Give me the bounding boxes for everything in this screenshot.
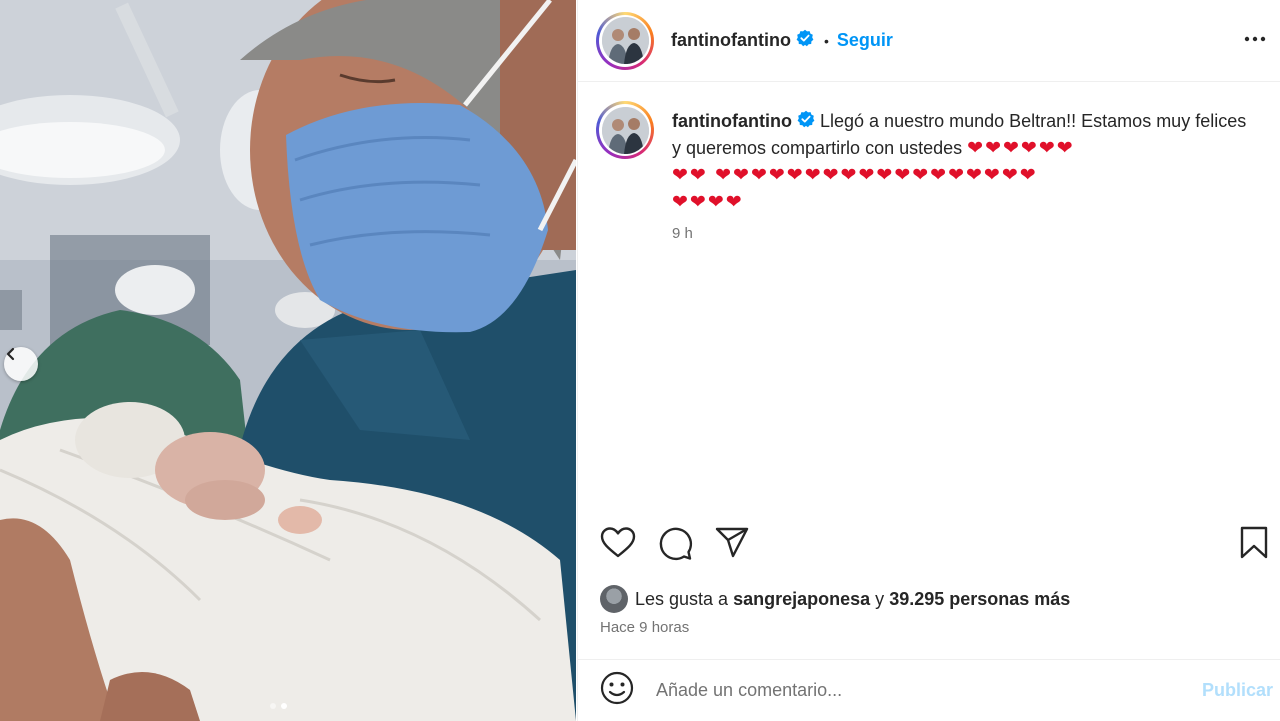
likes-prefix: Les gusta a bbox=[635, 588, 729, 609]
emoji-icon bbox=[600, 671, 634, 705]
save-button[interactable] bbox=[1239, 525, 1269, 566]
comment-icon bbox=[659, 527, 693, 561]
post-caption: fantinofantino Llegó a nuestro mundo Bel… bbox=[596, 101, 1266, 247]
like-button[interactable] bbox=[600, 525, 636, 566]
avatar-photo bbox=[601, 106, 649, 154]
caption-hearts: ❤❤❤❤ bbox=[672, 192, 744, 214]
caption-author-avatar[interactable] bbox=[596, 101, 654, 159]
post-media[interactable] bbox=[0, 0, 576, 721]
comment-bar: Publicar bbox=[578, 659, 1280, 721]
likes-summary: Les gusta a sangrejaponesa y 39.295 pers… bbox=[600, 585, 1070, 613]
previous-slide-button[interactable] bbox=[4, 347, 38, 381]
more-options-button[interactable] bbox=[1243, 27, 1267, 56]
more-icon bbox=[1244, 36, 1266, 42]
liker-avatar[interactable] bbox=[600, 585, 628, 613]
carousel-indicator bbox=[270, 703, 287, 709]
heart-icon bbox=[600, 527, 636, 558]
caption-username[interactable]: fantinofantino bbox=[672, 111, 792, 131]
author-username[interactable]: fantinofantino bbox=[671, 30, 791, 51]
avatar-photo bbox=[601, 17, 649, 64]
author-avatar[interactable] bbox=[596, 11, 654, 70]
caption-body: fantinofantino Llegó a nuestro mundo Bel… bbox=[672, 101, 1257, 247]
post-photo bbox=[0, 0, 576, 721]
verified-icon bbox=[796, 29, 814, 52]
carousel-dot-active bbox=[281, 703, 287, 709]
bookmark-icon bbox=[1240, 526, 1268, 559]
share-icon bbox=[715, 527, 749, 558]
likes-connector: y bbox=[875, 588, 885, 609]
publish-button[interactable]: Publicar bbox=[1202, 680, 1273, 701]
post-header: fantinofantino • Seguir bbox=[578, 0, 1280, 82]
post-actions bbox=[600, 525, 1268, 561]
emoji-button[interactable] bbox=[600, 671, 634, 710]
liker-username[interactable]: sangrejaponesa bbox=[733, 589, 870, 610]
caption-hearts: ❤❤ ❤❤❤❤❤❤❤❤❤❤❤❤❤❤❤❤❤❤ bbox=[672, 165, 1038, 187]
comment-button[interactable] bbox=[657, 525, 693, 566]
caption-timestamp[interactable]: 9 h bbox=[672, 221, 1257, 247]
post-details-panel: fantinofantino • Seguir fantinofantino L… bbox=[577, 0, 1280, 721]
post-timestamp[interactable]: Hace 9 horas bbox=[600, 619, 689, 636]
likes-count-link[interactable]: 39.295 personas más bbox=[889, 589, 1070, 610]
follow-button[interactable]: Seguir bbox=[837, 30, 893, 51]
comment-input[interactable] bbox=[656, 680, 1176, 701]
header-separator: • bbox=[823, 32, 829, 49]
share-button[interactable] bbox=[714, 525, 750, 566]
carousel-dot bbox=[270, 703, 276, 709]
verified-icon bbox=[797, 109, 815, 135]
caption-hearts: ❤❤❤❤❤❤ bbox=[967, 138, 1075, 160]
chevron-left-icon bbox=[6, 347, 15, 361]
